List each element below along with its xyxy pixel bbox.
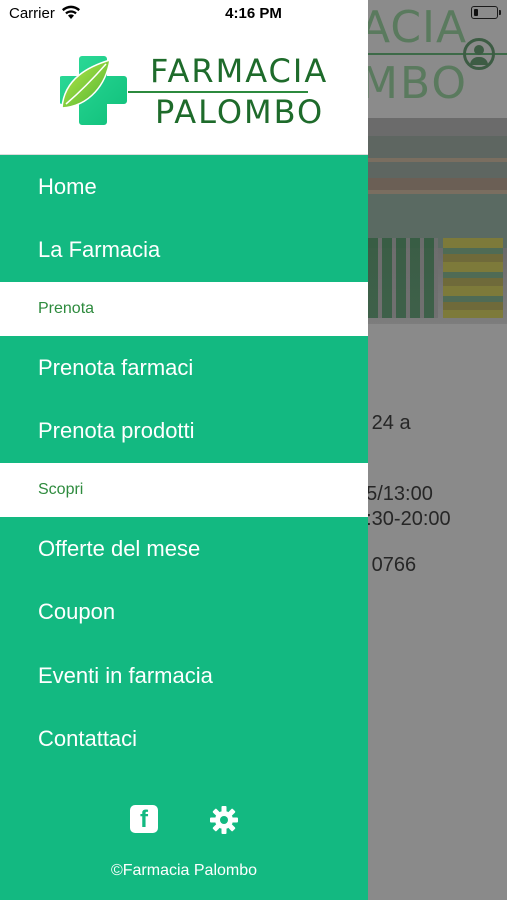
- menu-item-prenota-farmaci[interactable]: Prenota farmaci: [0, 336, 368, 399]
- menu-item-contattaci[interactable]: Contattaci: [0, 707, 368, 770]
- status-time: 4:16 PM: [225, 5, 282, 22]
- battery-icon: [471, 6, 501, 19]
- menu-item-home[interactable]: Home: [0, 155, 368, 218]
- menu-item-coupon[interactable]: Coupon: [0, 580, 368, 643]
- copyright-text: ©Farmacia Palombo: [110, 862, 258, 879]
- logo-title-line1: FARMACIA: [150, 52, 329, 90]
- battery-level: [473, 8, 478, 16]
- gear-icon[interactable]: [209, 805, 239, 835]
- section-header-scopri: Scopri: [0, 463, 368, 517]
- status-bar: Carrier 4:16 PM: [0, 0, 507, 28]
- menu-item-prenota-prodotti[interactable]: Prenota prodotti: [0, 399, 368, 462]
- navigation-drawer: FARMACIA PALOMBO Home La Farmacia Prenot…: [0, 0, 368, 900]
- menu-item-eventi-in-farmacia[interactable]: Eventi in farmacia: [0, 644, 368, 707]
- photo-counter: [368, 238, 438, 318]
- photo-boxes: [443, 238, 503, 318]
- background-logo-line2: MBO: [360, 58, 469, 109]
- background-text-line: 6:30-20:00: [355, 508, 451, 530]
- menu-item-la-farmacia[interactable]: La Farmacia: [0, 218, 368, 281]
- facebook-glyph: f: [140, 806, 148, 833]
- photo-shelf: [368, 158, 507, 162]
- menu-item-offerte-del-mese[interactable]: Offerte del mese: [0, 517, 368, 580]
- facebook-icon[interactable]: f: [130, 805, 158, 833]
- pharmacy-photo: [368, 118, 507, 324]
- pharmacy-cross-leaf-icon: [60, 56, 127, 125]
- user-icon[interactable]: [463, 38, 495, 70]
- photo-shelf: [368, 190, 507, 194]
- logo-title-line2: PALOMBO: [155, 93, 325, 131]
- battery-nub: [499, 10, 501, 15]
- section-header-prenota: Prenota: [0, 282, 368, 336]
